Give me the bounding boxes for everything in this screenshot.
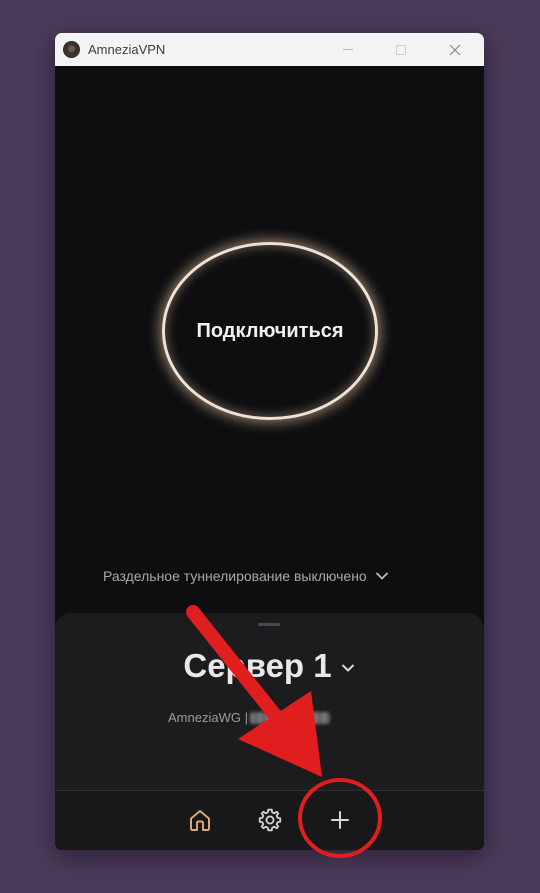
- plus-icon: [331, 811, 349, 829]
- minimize-button[interactable]: [325, 33, 371, 66]
- close-button[interactable]: [432, 33, 478, 66]
- chevron-down-icon: [341, 664, 354, 672]
- nav-add-server-button[interactable]: [325, 805, 355, 835]
- split-tunneling-label: Раздельное туннелирование выключено: [103, 568, 367, 584]
- connect-label: Подключиться: [196, 319, 344, 342]
- bottom-navigation: [55, 791, 484, 850]
- protocol-label: AmneziaWG |: [168, 710, 248, 725]
- maximize-button[interactable]: [378, 33, 424, 66]
- nav-settings-button[interactable]: [255, 805, 285, 835]
- home-icon: [190, 810, 210, 831]
- split-tunneling-toggle[interactable]: Раздельное туннелирование выключено: [103, 565, 443, 587]
- nav-home-button[interactable]: [185, 805, 215, 835]
- gear-icon: [258, 808, 282, 832]
- server-protocol-info: AmneziaWG |: [168, 710, 330, 725]
- window-title: AmneziaVPN: [88, 42, 166, 57]
- app-window: AmneziaVPN Подключиться Раздельное тунне…: [55, 33, 484, 850]
- close-icon: [449, 44, 461, 55]
- chevron-down-icon: [375, 572, 388, 580]
- server-selector[interactable]: Сервер 1: [55, 645, 484, 687]
- server-name: Сервер 1: [183, 647, 332, 684]
- title-bar: AmneziaVPN: [55, 33, 484, 66]
- drag-handle[interactable]: [258, 623, 280, 626]
- amnezia-logo-icon: [63, 41, 80, 58]
- minimize-icon: [343, 49, 353, 50]
- connect-button[interactable]: Подключиться: [162, 242, 378, 420]
- maximize-icon: [396, 44, 406, 55]
- server-bottom-sheet: Сервер 1 AmneziaWG |: [55, 613, 484, 850]
- blurred-ip-address: [249, 711, 330, 724]
